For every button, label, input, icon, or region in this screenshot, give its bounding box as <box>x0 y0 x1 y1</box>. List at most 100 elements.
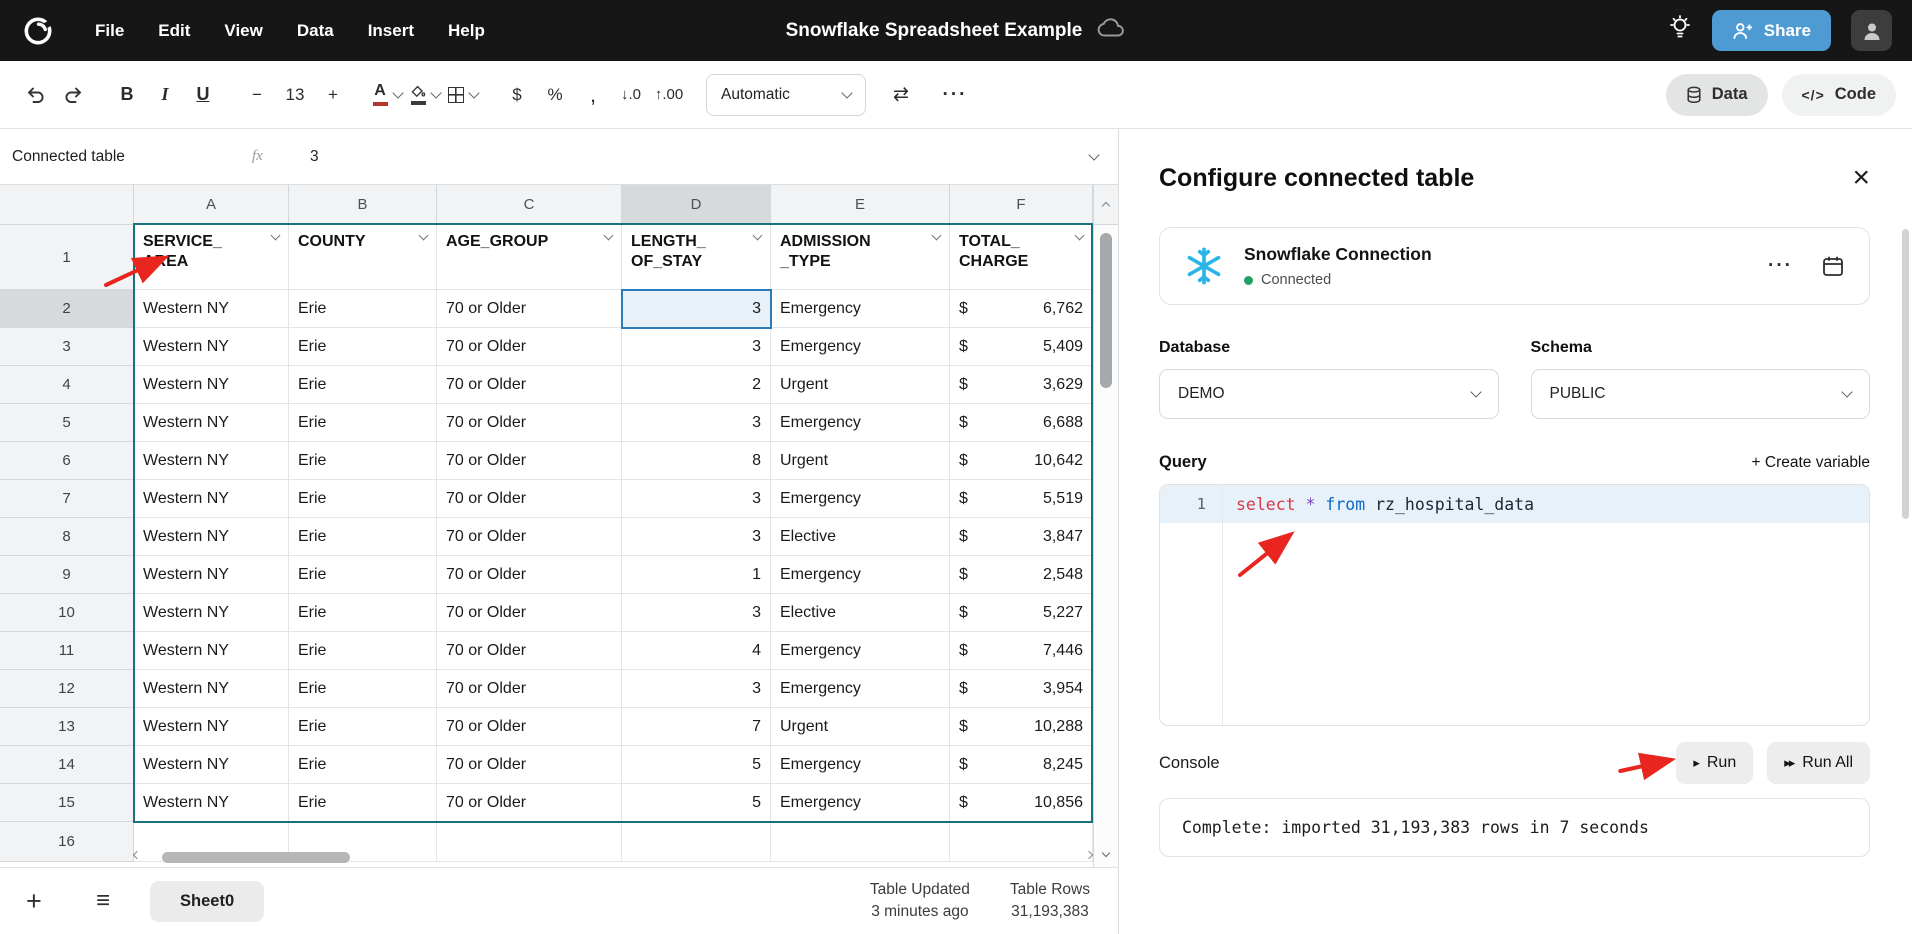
cell-C12[interactable]: 70 or Older <box>437 670 622 708</box>
cell-A4[interactable]: Western NY <box>134 366 289 404</box>
text-color-button[interactable]: A <box>368 76 406 114</box>
cell-E15[interactable]: Emergency <box>771 784 950 822</box>
cell-A6[interactable]: Western NY <box>134 442 289 480</box>
name-box[interactable]: Connected table <box>0 148 252 166</box>
cell-F14[interactable]: $8,245 <box>950 746 1093 784</box>
menu-help[interactable]: Help <box>431 0 502 61</box>
cell-F6[interactable]: $10,642 <box>950 442 1093 480</box>
column-header-F[interactable]: F <box>950 185 1093 225</box>
increase-decimal-button[interactable]: ↑.00 <box>650 76 688 114</box>
cell-A5[interactable]: Western NY <box>134 404 289 442</box>
formula-bar-expand-icon[interactable] <box>1088 149 1099 160</box>
cell-C15[interactable]: 70 or Older <box>437 784 622 822</box>
run-all-button[interactable]: ▸▸ Run All <box>1767 742 1870 784</box>
row-header-9[interactable]: 9 <box>0 556 134 594</box>
row-header-8[interactable]: 8 <box>0 518 134 556</box>
row-header-4[interactable]: 4 <box>0 366 134 404</box>
decrease-font-button[interactable]: − <box>238 76 276 114</box>
transform-button[interactable]: ⇄ <box>882 76 920 114</box>
connection-more-icon[interactable]: ··· <box>1768 255 1793 277</box>
scroll-up-cap[interactable] <box>1094 185 1118 225</box>
cell-E3[interactable]: Emergency <box>771 328 950 366</box>
cell-F7[interactable]: $5,519 <box>950 480 1093 518</box>
rows-logo[interactable] <box>20 13 56 49</box>
row-header-2[interactable]: 2 <box>0 290 134 328</box>
row-header-10[interactable]: 10 <box>0 594 134 632</box>
query-code-line[interactable]: select * from rz_hospital_data <box>1222 495 1534 514</box>
menu-data[interactable]: Data <box>280 0 351 61</box>
underline-button[interactable]: U <box>184 76 222 114</box>
chevron-left-icon[interactable] <box>133 851 141 859</box>
schema-select[interactable]: PUBLIC <box>1531 369 1871 419</box>
chevron-down-icon[interactable] <box>604 231 614 241</box>
run-button[interactable]: ▸ Run <box>1676 742 1753 784</box>
document-title[interactable]: Snowflake Spreadsheet Example <box>786 20 1083 42</box>
field-header-E[interactable]: ADMISSION _TYPE <box>771 225 950 290</box>
panel-scrollbar-thumb[interactable] <box>1902 229 1909 519</box>
cell-C7[interactable]: 70 or Older <box>437 480 622 518</box>
cell-B14[interactable]: Erie <box>289 746 437 784</box>
row-header-5[interactable]: 5 <box>0 404 134 442</box>
cell-C14[interactable]: 70 or Older <box>437 746 622 784</box>
data-view-toggle[interactable]: Data <box>1666 74 1768 116</box>
chevron-down-icon[interactable] <box>1075 231 1085 241</box>
cell-B9[interactable]: Erie <box>289 556 437 594</box>
row-header-6[interactable]: 6 <box>0 442 134 480</box>
menu-insert[interactable]: Insert <box>351 0 431 61</box>
calendar-icon[interactable] <box>1821 254 1845 278</box>
field-header-A[interactable]: SERVICE_ AREA <box>134 225 289 290</box>
cell-F15[interactable]: $10,856 <box>950 784 1093 822</box>
cell-B12[interactable]: Erie <box>289 670 437 708</box>
cell-F3[interactable]: $5,409 <box>950 328 1093 366</box>
chevron-down-icon[interactable] <box>932 231 942 241</box>
cell-E6[interactable]: Urgent <box>771 442 950 480</box>
chevron-down-icon[interactable] <box>468 87 479 98</box>
query-editor[interactable]: 1 select * from rz_hospital_data <box>1159 484 1870 726</box>
row-header-15[interactable]: 15 <box>0 784 134 822</box>
cell-B2[interactable]: Erie <box>289 290 437 328</box>
cell-B11[interactable]: Erie <box>289 632 437 670</box>
field-header-F[interactable]: TOTAL_ CHARGE <box>950 225 1093 290</box>
cell-B4[interactable]: Erie <box>289 366 437 404</box>
cell-B8[interactable]: Erie <box>289 518 437 556</box>
cell-F8[interactable]: $3,847 <box>950 518 1093 556</box>
chevron-down-icon[interactable] <box>753 231 763 241</box>
row-header-13[interactable]: 13 <box>0 708 134 746</box>
chevron-down-icon[interactable] <box>430 87 441 98</box>
cell-C11[interactable]: 70 or Older <box>437 632 622 670</box>
row-header-7[interactable]: 7 <box>0 480 134 518</box>
cell-D7[interactable]: 3 <box>622 480 771 518</box>
cell-A13[interactable]: Western NY <box>134 708 289 746</box>
cell-F2[interactable]: $6,762 <box>950 290 1093 328</box>
borders-button[interactable] <box>444 76 482 114</box>
cell-E12[interactable]: Emergency <box>771 670 950 708</box>
cell-F10[interactable]: $5,227 <box>950 594 1093 632</box>
code-view-toggle[interactable]: </> Code <box>1782 74 1897 116</box>
cell-D3[interactable]: 3 <box>622 328 771 366</box>
chevron-down-icon[interactable] <box>271 231 281 241</box>
cell-E14[interactable]: Emergency <box>771 746 950 784</box>
cell-A15[interactable]: Western NY <box>134 784 289 822</box>
menu-view[interactable]: View <box>207 0 279 61</box>
bold-button[interactable]: B <box>108 76 146 114</box>
currency-format-button[interactable]: $ <box>498 76 536 114</box>
cell-F13[interactable]: $10,288 <box>950 708 1093 746</box>
cell-E13[interactable]: Urgent <box>771 708 950 746</box>
cell-D11[interactable]: 4 <box>622 632 771 670</box>
cell-C5[interactable]: 70 or Older <box>437 404 622 442</box>
cell-A12[interactable]: Western NY <box>134 670 289 708</box>
cell-E11[interactable]: Emergency <box>771 632 950 670</box>
cell-B15[interactable]: Erie <box>289 784 437 822</box>
cell-D15[interactable]: 5 <box>622 784 771 822</box>
field-header-D[interactable]: LENGTH_ OF_STAY <box>622 225 771 290</box>
cell-D6[interactable]: 8 <box>622 442 771 480</box>
cell-D9[interactable]: 1 <box>622 556 771 594</box>
select-all-corner[interactable] <box>0 185 134 225</box>
cell-A7[interactable]: Western NY <box>134 480 289 518</box>
cell-F5[interactable]: $6,688 <box>950 404 1093 442</box>
cell-C10[interactable]: 70 or Older <box>437 594 622 632</box>
field-header-C[interactable]: AGE_GROUP <box>437 225 622 290</box>
row-header-1[interactable]: 1 <box>0 225 134 290</box>
cell-E4[interactable]: Urgent <box>771 366 950 404</box>
formula-input[interactable]: 3 <box>310 148 319 166</box>
